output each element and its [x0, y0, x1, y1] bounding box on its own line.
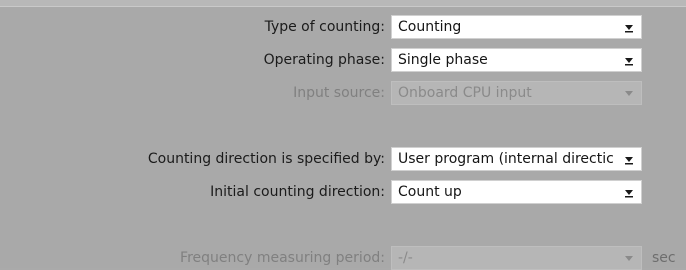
type-of-counting-label: Type of counting:: [264, 19, 385, 35]
panel-header-strip: [0, 0, 686, 7]
initial-counting-direction-row: Initial counting direction: Count up: [0, 180, 686, 204]
type-of-counting-row: Type of counting: Counting: [0, 15, 686, 39]
operating-phase-value: Single phase: [398, 52, 488, 68]
initial-counting-direction-label: Initial counting direction:: [210, 184, 385, 200]
frequency-measuring-period-label: Frequency measuring period:: [180, 250, 385, 266]
frequency-unit-label: sec: [652, 250, 676, 266]
counting-direction-source-value: User program (internal directic: [398, 151, 614, 167]
counting-direction-source-row: Counting direction is specified by: User…: [0, 147, 686, 171]
frequency-measuring-period-value: -/-: [398, 250, 413, 266]
chevron-down-icon: [621, 251, 637, 265]
chevron-down-icon[interactable]: [621, 53, 637, 67]
initial-counting-direction-dropdown[interactable]: Count up: [391, 180, 642, 204]
input-source-dropdown: Onboard CPU input: [391, 81, 642, 105]
type-of-counting-value: Counting: [398, 19, 462, 35]
input-source-value: Onboard CPU input: [398, 85, 532, 101]
chevron-down-icon[interactable]: [621, 185, 637, 199]
type-of-counting-dropdown[interactable]: Counting: [391, 15, 642, 39]
frequency-measuring-period-dropdown: -/-: [391, 246, 642, 270]
frequency-measuring-period-row: Frequency measuring period: -/- sec: [0, 246, 686, 270]
operating-phase-label: Operating phase:: [263, 52, 385, 68]
chevron-down-icon[interactable]: [621, 20, 637, 34]
operating-phase-row: Operating phase: Single phase: [0, 48, 686, 72]
counter-configuration-panel: Type of counting: Counting Operating pha…: [0, 0, 686, 270]
input-source-label: Input source:: [293, 85, 385, 101]
chevron-down-icon: [621, 86, 637, 100]
initial-counting-direction-value: Count up: [398, 184, 462, 200]
operating-phase-dropdown[interactable]: Single phase: [391, 48, 642, 72]
input-source-row: Input source: Onboard CPU input: [0, 81, 686, 105]
chevron-down-icon[interactable]: [621, 152, 637, 166]
counting-direction-source-label: Counting direction is specified by:: [147, 151, 385, 167]
counting-direction-source-dropdown[interactable]: User program (internal directic: [391, 147, 642, 171]
